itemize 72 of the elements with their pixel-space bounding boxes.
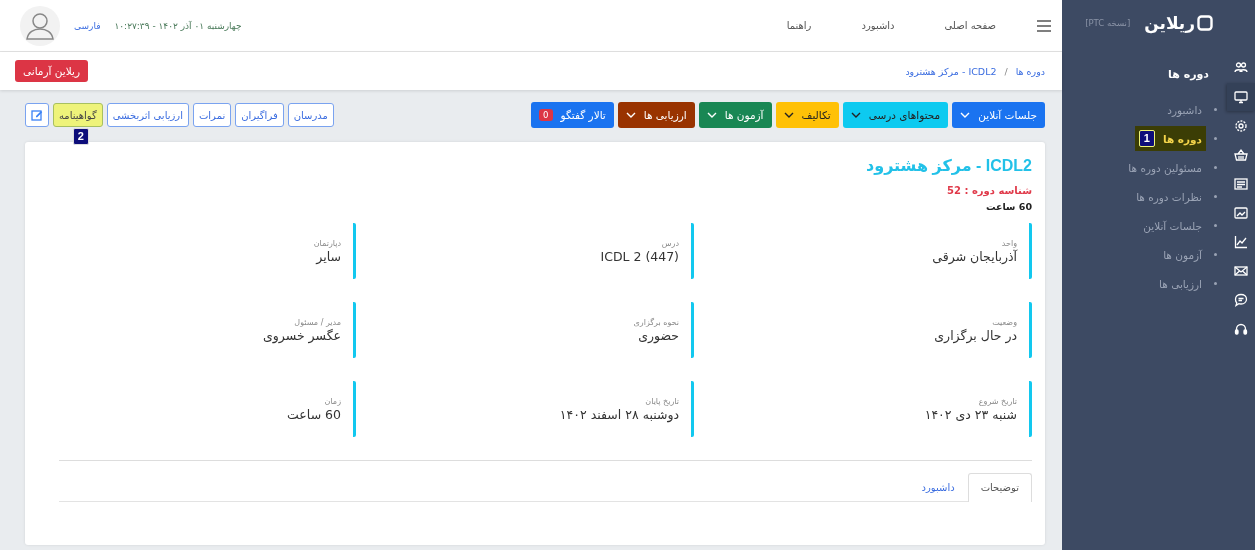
outline-button[interactable]: ارزیابی اثربخشی: [106, 103, 189, 127]
bullet-icon: [1214, 253, 1217, 256]
sidebar-item[interactable]: آزمون ها: [1159, 244, 1206, 265]
language-link[interactable]: فارسی: [74, 20, 101, 31]
dropdown-button[interactable]: تکالیف: [775, 102, 839, 128]
field-label: نحوه برگزاری: [632, 317, 679, 327]
field-label: تاریخ پایان: [644, 396, 679, 406]
bullet-icon: [1214, 195, 1217, 198]
bullet-icon: [1214, 224, 1217, 227]
field-value: شنبه ۲۳ دی ۱۴۰۲: [923, 406, 1017, 422]
breadcrumb-link[interactable]: ICDL2 - مرکز هشترود: [905, 65, 997, 77]
field-value: ICDL 2 (447): [599, 248, 679, 264]
field-value: عگسر خسروی: [262, 327, 341, 343]
field-value: 60 ساعت: [286, 406, 341, 422]
sidebar-item[interactable]: نظرات دوره ها: [1132, 186, 1206, 207]
tab[interactable]: داشبورد: [908, 473, 968, 501]
outline-button[interactable]: گواهینامه: [53, 103, 103, 127]
dropdown-button[interactable]: محتواهای درسی: [842, 102, 949, 128]
caret-icon: [625, 112, 636, 118]
bullet-icon: [1214, 282, 1217, 285]
caret-icon: [783, 112, 794, 118]
section-title: دوره ها: [1167, 68, 1209, 81]
marker-badge: 1: [1138, 130, 1155, 147]
logo: ریلاین: [1144, 13, 1213, 33]
version-text: [نسخه PTC]: [1085, 18, 1131, 28]
field-label: واحد: [1001, 238, 1017, 248]
course-title: ICDL2 - مرکز هشترود: [864, 156, 1032, 175]
count-badge: 0: [539, 109, 553, 121]
organization-button[interactable]: ریلاین آرمانی: [15, 60, 88, 82]
outline-button[interactable]: نمرات: [192, 103, 232, 127]
bullet-icon: [1214, 137, 1217, 140]
menu-icon[interactable]: [1036, 18, 1052, 33]
outline-button[interactable]: مدرسان: [287, 103, 334, 127]
sidebar-item[interactable]: مسئولین دوره ها: [1124, 157, 1206, 178]
datetime-text: چهارشنبه ۰۱ آذر ۱۴۰۲ - ۱۰:۲۷:۳۹: [114, 20, 242, 31]
caret-icon: [960, 112, 971, 118]
field-value: حضوری: [637, 327, 679, 343]
caret-icon: [706, 112, 717, 118]
course-id-text: شناسه دوره : 52: [946, 185, 1032, 196]
logo-icon: [1197, 15, 1213, 31]
field-value: سایر: [314, 248, 341, 264]
dropdown-button[interactable]: ارزیابی ها: [617, 102, 695, 128]
bullet-icon: [1214, 108, 1217, 111]
nav-link[interactable]: راهنما: [786, 20, 812, 31]
sidebar-item[interactable]: داشبورد: [1163, 99, 1206, 120]
hours-text: 60 ساعت: [985, 201, 1032, 212]
avatar-icon[interactable]: [20, 5, 60, 46]
field-value: آذربایجان شرقی: [931, 248, 1017, 264]
field-label: وضعیت: [991, 317, 1017, 327]
breadcrumb-link[interactable]: دوره ها: [1015, 65, 1045, 77]
nav-link[interactable]: داشبورد: [861, 20, 895, 31]
field-value: دوشنبه ۲۸ اسفند ۱۴۰۲: [558, 406, 679, 422]
marker-badge: 2: [72, 128, 89, 145]
bullet-icon: [1214, 166, 1217, 169]
nav-link[interactable]: صفحه اصلی: [944, 20, 996, 31]
field-label: درس: [660, 238, 679, 248]
field-value: در حال برگزاری: [933, 327, 1017, 343]
sidebar-item[interactable]: جلسات آنلاین: [1139, 215, 1206, 236]
field-label: دپارتمان: [312, 238, 341, 248]
tab[interactable]: توضیحات: [967, 473, 1032, 502]
edit-icon: [31, 109, 43, 121]
field-label: تاریخ شروع: [977, 396, 1017, 406]
sidebar-item[interactable]: ارزیابی ها: [1155, 273, 1206, 294]
dropdown-button[interactable]: جلسات آنلاین: [952, 102, 1045, 128]
dropdown-button[interactable]: آزمون ها: [698, 102, 772, 128]
breadcrumb-separator: /: [1004, 65, 1008, 77]
caret-icon: [850, 112, 861, 118]
field-label: زمان: [323, 396, 341, 406]
edit-button[interactable]: [25, 103, 49, 127]
monitor-icon[interactable]: [1227, 83, 1255, 111]
field-label: مدیر / مسئول: [293, 317, 341, 327]
outline-button[interactable]: فراگیران: [235, 103, 284, 127]
